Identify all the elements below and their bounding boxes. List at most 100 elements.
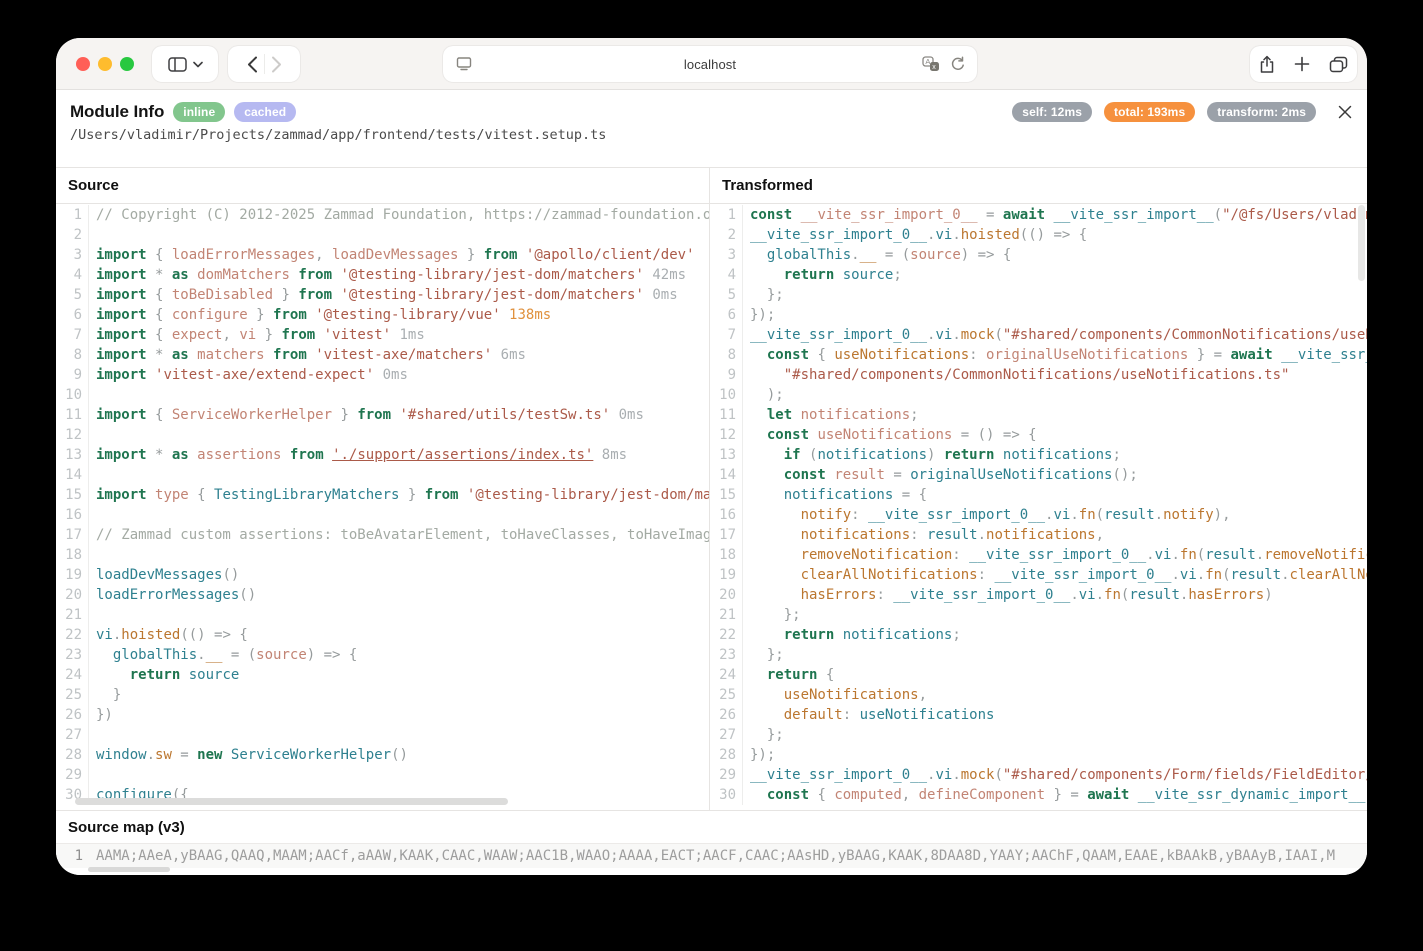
browser-toolbar: localhost A x — [56, 38, 1367, 90]
line-number: 19 — [710, 565, 743, 585]
line-number: 27 — [710, 725, 743, 745]
line-number: 17 — [56, 525, 89, 545]
code-line: 15 notifications = { — [710, 485, 1367, 505]
line-number: 16 — [56, 505, 89, 525]
line-number: 2 — [56, 225, 89, 245]
module-file-path: /Users/vladimir/Projects/zammad/app/fron… — [70, 127, 1353, 143]
new-tab-icon[interactable] — [1294, 56, 1310, 72]
line-number: 25 — [710, 685, 743, 705]
line-number: 7 — [710, 325, 743, 345]
close-window-button[interactable] — [76, 57, 90, 71]
code-line: 10 ); — [710, 385, 1367, 405]
line-number: 21 — [710, 605, 743, 625]
line-number: 8 — [710, 345, 743, 365]
code-line: 7import { expect, vi } from 'vitest' 1ms — [56, 325, 709, 345]
code-line: 28window.sw = new ServiceWorkerHelper() — [56, 745, 709, 765]
code-line: 16 notify: __vite_ssr_import_0__.vi.fn(r… — [710, 505, 1367, 525]
timing-badge: transform: 2ms — [1207, 102, 1316, 122]
page-icon — [456, 56, 472, 71]
code-line: 6}); — [710, 305, 1367, 325]
code-line: 11import { ServiceWorkerHelper } from '#… — [56, 405, 709, 425]
line-number: 20 — [56, 585, 89, 605]
code-line: 5import { toBeDisabled } from '@testing-… — [56, 285, 709, 305]
line-number: 18 — [56, 545, 89, 565]
toolbar-right-buttons — [1250, 46, 1357, 82]
sourcemap-scrollbar[interactable] — [88, 867, 170, 872]
code-line: 22vi.hoisted(() => { — [56, 625, 709, 645]
line-number: 10 — [56, 385, 89, 405]
page-title: Module Info — [70, 102, 164, 122]
line-number: 6 — [710, 305, 743, 325]
code-line: 3import { loadErrorMessages, loadDevMess… — [56, 245, 709, 265]
line-number: 5 — [56, 285, 89, 305]
code-line: 29__vite_ssr_import_0__.vi.mock("#shared… — [710, 765, 1367, 785]
code-line: 30 const { computed, defineComponent } =… — [710, 785, 1367, 805]
code-line: 13 if (notifications) return notificatio… — [710, 445, 1367, 465]
code-line: 19 clearAllNotifications: __vite_ssr_imp… — [710, 565, 1367, 585]
line-number: 3 — [710, 245, 743, 265]
code-line: 29 — [56, 765, 709, 785]
tab-overview-icon[interactable] — [1329, 56, 1348, 73]
code-line: 23 globalThis.__ = (source) => { — [56, 645, 709, 665]
line-number: 29 — [710, 765, 743, 785]
source-panel: Source 1// Copyright (C) 2012-2025 Zamma… — [56, 168, 710, 810]
share-icon[interactable] — [1259, 55, 1275, 74]
code-line: 7__vite_ssr_import_0__.vi.mock("#shared/… — [710, 325, 1367, 345]
minimize-window-button[interactable] — [98, 57, 112, 71]
code-line: 2 — [56, 225, 709, 245]
chevron-down-icon — [193, 61, 203, 68]
url-text: localhost — [684, 57, 736, 72]
code-line: 18 — [56, 545, 709, 565]
svg-text:A: A — [925, 57, 930, 66]
line-number: 15 — [56, 485, 89, 505]
sourcemap-mappings: AAMA;AAeA,yBAAG,QAAQ,MAAM;AACf,aAAW,KAAK… — [89, 844, 1335, 868]
module-info-header: Module Info inlinecached self: 12mstotal… — [56, 90, 1367, 167]
code-line: 1// Copyright (C) 2012-2025 Zammad Found… — [56, 205, 709, 225]
line-number: 29 — [56, 765, 89, 785]
line-number: 24 — [56, 665, 89, 685]
line-number: 25 — [56, 685, 89, 705]
vertical-scrollbar[interactable] — [1358, 205, 1365, 281]
line-number: 15 — [710, 485, 743, 505]
sourcemap-line: 1 AAMA;AAeA,yBAAG,QAAQ,MAAM;AACf,aAAW,KA… — [56, 844, 1367, 868]
sourcemap-line-number: 1 — [56, 844, 89, 868]
line-number: 12 — [56, 425, 89, 445]
timing-badges: self: 12mstotal: 193mstransform: 2ms — [1012, 102, 1316, 122]
status-badge: inline — [173, 102, 225, 122]
address-bar[interactable]: localhost A x — [443, 46, 977, 82]
horizontal-scrollbar[interactable] — [75, 798, 508, 805]
source-code[interactable]: 1// Copyright (C) 2012-2025 Zammad Found… — [56, 205, 709, 810]
line-number: 14 — [56, 465, 89, 485]
reload-icon[interactable] — [950, 56, 965, 72]
timing-badge: self: 12ms — [1012, 102, 1092, 122]
sidebar-button[interactable] — [152, 46, 218, 82]
line-number: 30 — [710, 785, 743, 805]
back-icon[interactable] — [247, 56, 258, 73]
close-icon[interactable] — [1337, 104, 1353, 120]
module-badges: inlinecached — [173, 102, 296, 122]
code-line: 26 default: useNotifications — [710, 705, 1367, 725]
line-number: 2 — [710, 225, 743, 245]
translate-icon[interactable]: A x — [922, 56, 940, 72]
code-line: 11 let notifications; — [710, 405, 1367, 425]
line-number: 20 — [710, 585, 743, 605]
line-number: 23 — [710, 645, 743, 665]
forward-icon[interactable] — [271, 56, 282, 73]
line-number: 18 — [710, 545, 743, 565]
code-line: 5 }; — [710, 285, 1367, 305]
line-number: 1 — [56, 205, 89, 225]
code-line: 19loadDevMessages() — [56, 565, 709, 585]
zoom-window-button[interactable] — [120, 57, 134, 71]
transformed-code[interactable]: 1const __vite_ssr_import_0__ = await __v… — [710, 205, 1367, 810]
code-line: 8 const { useNotifications: originalUseN… — [710, 345, 1367, 365]
code-line: 25 useNotifications, — [710, 685, 1367, 705]
code-line: 22 return notifications; — [710, 625, 1367, 645]
navigation-buttons — [228, 46, 300, 82]
code-line: 25 } — [56, 685, 709, 705]
nav-divider — [264, 54, 265, 74]
code-line: 14 const result = originalUseNotificatio… — [710, 465, 1367, 485]
code-line: 26}) — [56, 705, 709, 725]
line-number: 28 — [710, 745, 743, 765]
code-line: 16 — [56, 505, 709, 525]
code-line: 27 }; — [710, 725, 1367, 745]
